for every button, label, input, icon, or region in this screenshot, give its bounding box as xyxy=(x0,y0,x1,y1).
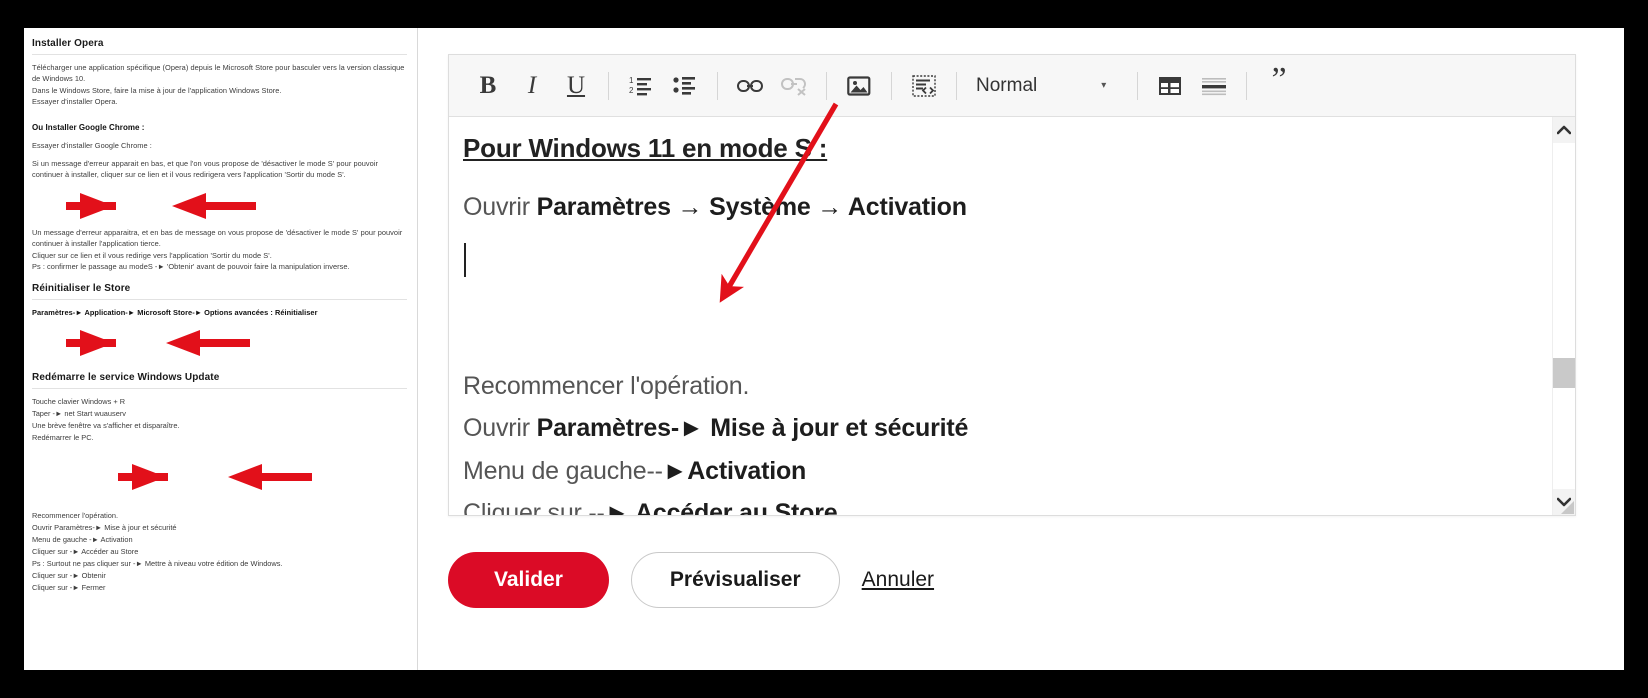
table-icon[interactable] xyxy=(1149,66,1191,106)
paragraph-text: Ps : confirmer le passage au modeS -► 'O… xyxy=(32,262,350,272)
annotation-arrow-group-1 xyxy=(32,187,407,221)
scroll-up-button[interactable] xyxy=(1553,117,1575,143)
chevron-down-icon: ▾ xyxy=(1101,80,1107,91)
editor-panel: B I U 1 2 Normal ▾ ” Pour Windows 11 en … xyxy=(418,28,1624,670)
section-paragraph: Un message d'erreur apparaitra, et en ba… xyxy=(32,227,407,273)
toolbar-divider xyxy=(891,71,892,100)
italic-button[interactable]: I xyxy=(511,66,553,106)
toolbar-divider xyxy=(717,71,718,100)
annotation-arrow-left xyxy=(228,463,312,490)
section-paragraph: Si un message d'erreur apparait en bas, … xyxy=(32,158,379,180)
section-heading-restart-windows-update: Redémarre le service Windows Update xyxy=(32,372,407,390)
paragraph-text: Touche clavier Windows + R xyxy=(32,397,126,407)
svg-text:2: 2 xyxy=(629,86,634,95)
paragraph-text: Cliquer sur -► Fermer xyxy=(32,582,106,592)
scrollbar-thumb[interactable] xyxy=(1553,357,1575,388)
cancel-link[interactable]: Annuler xyxy=(862,568,934,592)
paragraph-text: Recommencer l'opération. xyxy=(32,510,119,520)
paragraph-text: Redémarrer le PC. xyxy=(32,432,94,442)
paragraph-text: Cliquer sur -► Accéder au Store xyxy=(32,546,139,556)
editor-body[interactable]: Pour Windows 11 en mode S : Ouvrir Param… xyxy=(449,117,1575,515)
paragraph-text: Essayer d'installer Opera. xyxy=(32,97,118,107)
annotation-arrow-left xyxy=(166,330,250,357)
preview-button[interactable]: Prévisualiser xyxy=(630,552,840,608)
annotation-arrow-group-2 xyxy=(32,324,407,358)
section-heading-google-chrome: Ou Installer Google Chrome : xyxy=(32,122,145,132)
section-paragraph: Paramètres-► Application-► Microsoft Sto… xyxy=(32,307,318,317)
editor-scrollbar[interactable] xyxy=(1552,117,1575,515)
form-actions: Valider Prévisualiser Annuler xyxy=(448,552,934,608)
paragraph-style-value: Normal xyxy=(976,74,1038,96)
bullet-list-icon[interactable] xyxy=(664,66,706,106)
toolbar-divider xyxy=(1137,71,1138,100)
content-text-bold: ► Accéder au Store xyxy=(604,499,838,515)
annotation-arrow-right xyxy=(66,192,116,219)
text-cursor xyxy=(464,242,466,277)
annotation-arrow-group-3 xyxy=(32,458,407,492)
editor-content[interactable]: Pour Windows 11 en mode S : Ouvrir Param… xyxy=(449,117,1552,515)
underline-button[interactable]: U xyxy=(555,66,597,106)
paragraph-text: Menu de gauche -► Activation xyxy=(32,534,133,544)
unlink-icon[interactable] xyxy=(773,66,815,106)
content-line-open: Ouvrir Paramètres → Système → Activation xyxy=(463,190,1538,225)
paragraph-text: Ps : Surtout ne pas cliquer sur -► Mettr… xyxy=(32,558,283,568)
annotation-arrow-left xyxy=(172,192,256,219)
link-icon[interactable] xyxy=(729,66,771,106)
section-heading-reset-store: Réinitialiser le Store xyxy=(32,283,407,300)
content-text: Ouvrir xyxy=(463,414,537,442)
paragraph-text: Une brève fenêtre va s'afficher et dispa… xyxy=(32,420,180,430)
paragraph-text: Un message d'erreur apparaitra, et en ba… xyxy=(32,227,403,249)
paragraph-text: Taper -► net Start wuauserv xyxy=(32,409,126,418)
section-paragraph: Recommencer l'opération. Ouvrir Paramètr… xyxy=(32,510,407,594)
source-document-panel[interactable]: Installer Opera Télécharger une applicat… xyxy=(24,28,418,670)
content-text-bold: ►Activation xyxy=(662,456,807,485)
horizontal-rule-icon[interactable] xyxy=(1193,66,1235,106)
content-text: Cliquer sur -- xyxy=(463,499,605,515)
annotation-arrow-right xyxy=(66,330,116,357)
paragraph-style-select[interactable]: Normal ▾ xyxy=(976,66,1126,106)
ordered-list-icon[interactable]: 1 2 xyxy=(620,66,662,106)
scrollbar-track[interactable] xyxy=(1553,143,1575,489)
content-text: Menu de gauche-- xyxy=(463,456,663,485)
bold-button[interactable]: B xyxy=(467,66,509,106)
svg-text:1: 1 xyxy=(629,76,634,85)
submit-button[interactable]: Valider xyxy=(448,552,609,608)
paragraph-text: Cliquer sur -► Obtenir xyxy=(32,570,106,580)
toolbar-divider xyxy=(1246,71,1247,100)
content-line-settings: Ouvrir Paramètres-► Mise à jour et sécur… xyxy=(463,411,1538,446)
content-line-menu: Menu de gauche--►Activation xyxy=(463,454,1538,489)
blockquote-button[interactable]: ” xyxy=(1258,61,1300,111)
toolbar-divider xyxy=(826,71,827,100)
section-heading-installer-opera: Installer Opera xyxy=(32,38,407,55)
toolbar-divider xyxy=(956,71,957,100)
paragraph-text: Télécharger une application spécifique (… xyxy=(32,63,405,84)
image-icon[interactable] xyxy=(838,66,880,106)
toolbar-divider xyxy=(608,71,609,100)
paragraph-text: Dans le Windows Store, faire la mise à j… xyxy=(32,85,282,95)
content-text-bold: Paramètres-► Mise à jour et sécurité xyxy=(536,414,969,442)
content-line-restart: Recommencer l'opération. xyxy=(463,371,750,400)
section-paragraph: Essayer d'installer Google Chrome : xyxy=(32,141,152,151)
content-text: Ouvrir xyxy=(463,193,537,221)
content-title: Pour Windows 11 en mode S : xyxy=(463,133,828,163)
rich-text-editor[interactable]: B I U 1 2 Normal ▾ ” Pour Windows 11 en … xyxy=(448,54,1576,516)
content-text-bold: Paramètres → Système → Activation xyxy=(536,193,967,221)
paragraph-text: Ouvrir Paramètres-► Mise à jour et sécur… xyxy=(32,522,177,532)
editor-toolbar[interactable]: B I U 1 2 Normal ▾ ” xyxy=(449,55,1575,117)
paragraph-text: Cliquer sur ce lien et il vous redirige … xyxy=(32,250,272,260)
resize-handle-icon[interactable] xyxy=(1561,501,1574,514)
section-paragraph: Touche clavier Windows + R Taper -► net … xyxy=(32,396,407,444)
source-code-icon[interactable] xyxy=(903,66,945,106)
annotation-arrow-right xyxy=(118,463,168,490)
screen-root: Installer Opera Télécharger une applicat… xyxy=(0,0,1648,698)
section-paragraph: Télécharger une application spécifique (… xyxy=(32,62,407,108)
content-line-click: Cliquer sur --► Accéder au Store xyxy=(463,496,1538,515)
